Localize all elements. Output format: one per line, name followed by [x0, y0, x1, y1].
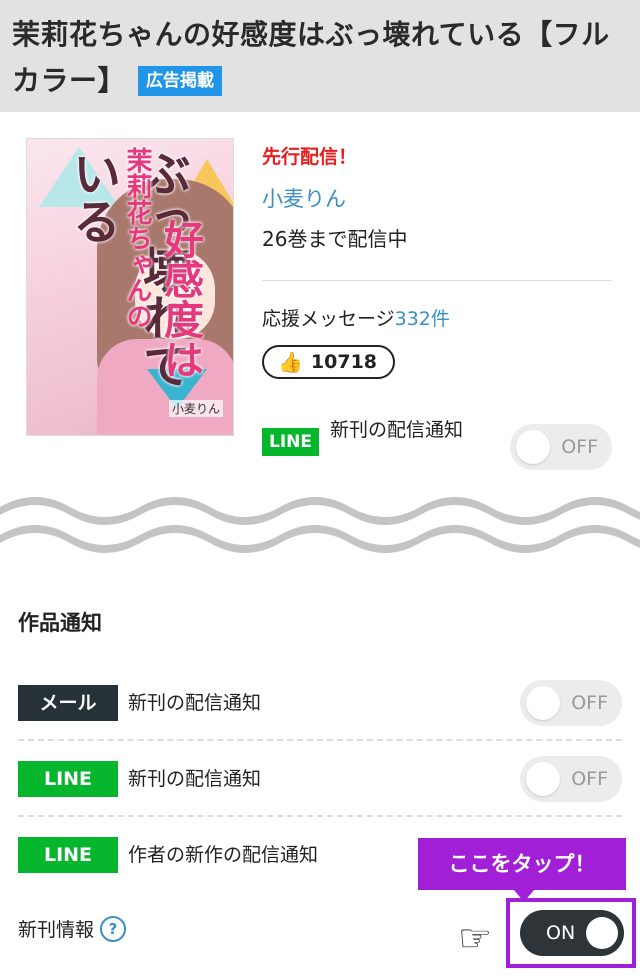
book-details: 先行配信！ 小麦りん 26巻まで配信中 応援メッセージ332件 👍 10718 [262, 142, 612, 379]
volumes-available: 26巻まで配信中 [262, 227, 408, 251]
help-icon[interactable]: ? [100, 916, 127, 942]
new-volume-info-label: 新刊情報 [18, 919, 95, 941]
notify-label: 新刊の配信通知 [128, 692, 262, 714]
line-notify-toggle[interactable]: OFF [510, 424, 612, 470]
toggle-state: OFF [571, 768, 608, 790]
toggle-knob [526, 686, 560, 720]
page-header: 茉莉花ちゃんの好感度はぶっ壊れている【フルカラー】 広告掲載 [0, 0, 640, 112]
support-label: 応援メッセージ [262, 308, 395, 330]
line-badge: LINE [262, 428, 319, 456]
author-link[interactable]: 小麦りん [262, 182, 612, 216]
toggle-state: ON [546, 922, 576, 944]
notify-row-line: LINE 新刊の配信通知 OFF [18, 741, 622, 817]
wave-separator [0, 485, 640, 565]
new-volume-info-toggle[interactable]: ON [520, 910, 624, 956]
like-count: 10718 [310, 351, 378, 373]
pointing-hand-icon: ☞ [458, 916, 493, 960]
support-count[interactable]: 332件 [395, 308, 450, 330]
pre-release-label: 先行配信！ [262, 146, 358, 168]
toggle-knob [516, 430, 550, 464]
line-notify-row: LINE 新刊の配信通知 OFF [262, 418, 612, 474]
toggle-state: OFF [561, 436, 598, 458]
line-badge: LINE [18, 837, 118, 873]
notify-label: 作者の新作の配信通知 [128, 844, 319, 866]
divider [262, 280, 612, 281]
book-cover[interactable]: ぶっ壊れている 茉莉花ちゃんの 好感度は 小麦りん [26, 138, 234, 436]
line-new-volume-toggle[interactable]: OFF [520, 756, 622, 802]
toggle-knob [526, 762, 560, 796]
notify-label: 新刊の配信通知 [128, 768, 262, 790]
new-volume-info-row: 新刊情報? [18, 910, 127, 950]
toggle-state: OFF [571, 692, 608, 714]
line-notify-label: 新刊の配信通知 [330, 419, 464, 441]
mail-new-volume-toggle[interactable]: OFF [520, 680, 622, 726]
line-badge: LINE [18, 761, 118, 797]
thumbs-up-icon: 👍 [278, 350, 303, 374]
cover-author: 小麦りん [168, 400, 223, 417]
ad-badge: 広告掲載 [138, 66, 223, 96]
book-info-section: ぶっ壊れている 茉莉花ちゃんの 好感度は 小麦りん 先行配信！ 小麦りん 26巻… [0, 112, 640, 492]
cover-title: 好感度は [157, 219, 203, 379]
like-button[interactable]: 👍 10718 [262, 345, 396, 379]
toggle-knob [586, 917, 618, 949]
tap-here-callout: ここをタップ！ [418, 838, 626, 902]
section-title: 作品通知 [18, 611, 102, 635]
notify-row-mail: メール 新刊の配信通知 OFF [18, 665, 622, 741]
support-messages[interactable]: 応援メッセージ332件 [262, 305, 612, 333]
page-title: 茉莉花ちゃんの好感度はぶっ壊れている【フルカラー】 [12, 18, 610, 97]
mail-badge: メール [18, 685, 118, 721]
